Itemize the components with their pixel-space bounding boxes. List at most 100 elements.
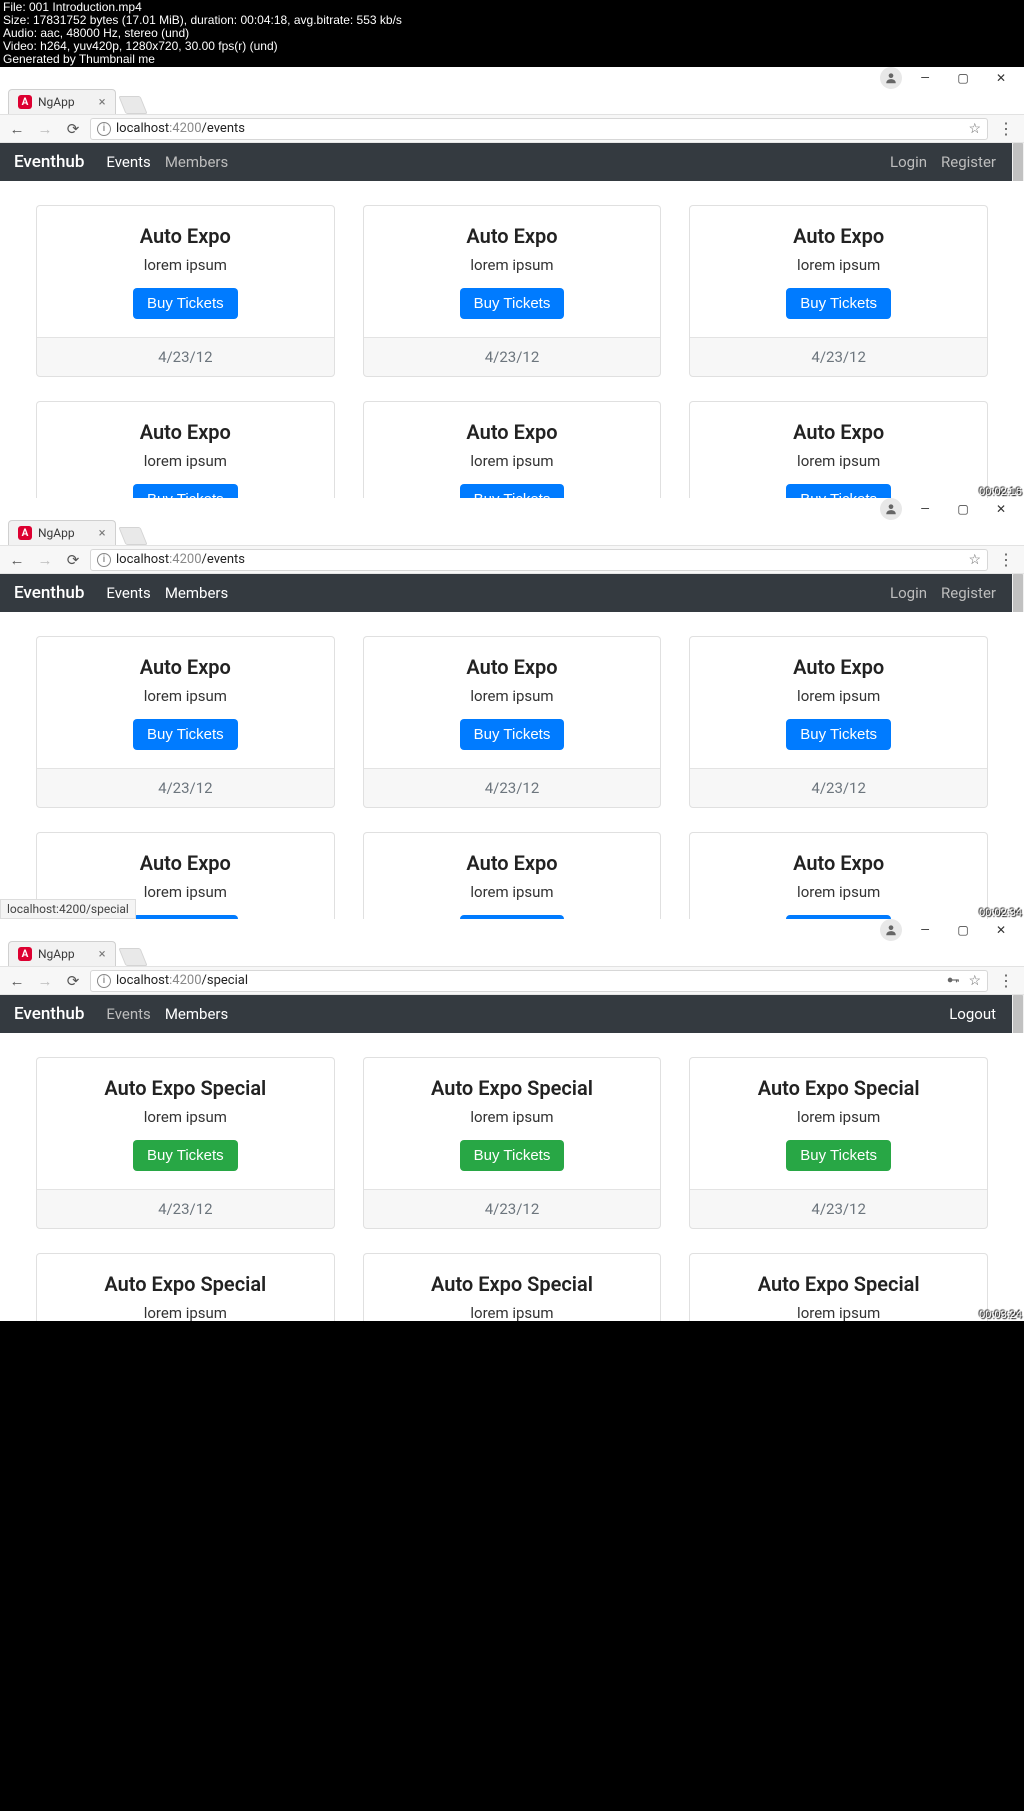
window-titlebar: — ▢ ✕: [0, 67, 1024, 88]
browser-tab-strip: A NgApp ×: [0, 940, 1024, 967]
tab-close-icon[interactable]: ×: [99, 947, 106, 962]
new-tab-button[interactable]: [118, 948, 147, 966]
browser-tab[interactable]: A NgApp ×: [8, 89, 116, 114]
browser-status-bar: localhost:4200/special: [0, 899, 136, 919]
forward-button[interactable]: →: [34, 549, 56, 571]
nav-link-events[interactable]: Events: [106, 153, 150, 171]
brand-logo[interactable]: Eventhub: [14, 1004, 84, 1024]
event-card: Auto Expo Special lorem ipsum Buy Ticket…: [36, 1057, 335, 1229]
back-button[interactable]: ←: [6, 549, 28, 571]
address-bar[interactable]: i localhost:4200/events ☆: [90, 118, 988, 140]
event-card: Auto Expo lorem ipsum Buy Tickets: [363, 401, 662, 498]
buy-tickets-button[interactable]: Buy Tickets: [460, 484, 565, 498]
browser-menu-icon[interactable]: ⋮: [994, 971, 1018, 990]
brand-logo[interactable]: Eventhub: [14, 583, 84, 603]
event-card: Auto Expo Special lorem ipsum Buy Ticket…: [363, 1253, 662, 1321]
event-description: lorem ipsum: [704, 883, 973, 901]
nav-link-login[interactable]: Login: [890, 584, 927, 602]
event-card: Auto Expo lorem ipsum Buy Tickets 4/23/1…: [36, 636, 335, 808]
event-description: lorem ipsum: [704, 256, 973, 274]
nav-link-members[interactable]: Members: [165, 1005, 228, 1023]
nav-link-members[interactable]: Members: [165, 153, 228, 171]
buy-tickets-button[interactable]: Buy Tickets: [786, 288, 891, 319]
address-bar[interactable]: i localhost:4200/events ☆: [90, 549, 988, 571]
minimize-button[interactable]: —: [906, 499, 944, 518]
tab-close-icon[interactable]: ×: [99, 95, 106, 110]
nav-link-events[interactable]: Events: [106, 1005, 150, 1023]
buy-tickets-button[interactable]: Buy Tickets: [786, 1140, 891, 1171]
close-button[interactable]: ✕: [982, 920, 1020, 939]
event-title: Auto Expo: [378, 224, 647, 248]
nav-link-members[interactable]: Members: [165, 584, 228, 602]
minimize-button[interactable]: —: [906, 68, 944, 87]
profile-icon[interactable]: [880, 919, 902, 941]
buy-tickets-button[interactable]: Buy Tickets: [133, 719, 238, 750]
back-button[interactable]: ←: [6, 118, 28, 140]
event-description: lorem ipsum: [378, 256, 647, 274]
browser-menu-icon[interactable]: ⋮: [994, 119, 1018, 138]
url-path: /special: [202, 973, 248, 988]
reload-button[interactable]: ⟳: [62, 549, 84, 571]
nav-link-events[interactable]: Events: [106, 584, 150, 602]
event-card: Auto Expo Special lorem ipsum Buy Ticket…: [689, 1057, 988, 1229]
angular-favicon-icon: A: [18, 947, 32, 961]
maximize-button[interactable]: ▢: [944, 68, 982, 87]
buy-tickets-button[interactable]: Buy Tickets: [133, 1140, 238, 1171]
new-tab-button[interactable]: [118, 96, 147, 114]
nav-link-register[interactable]: Register: [941, 584, 996, 602]
event-date: 4/23/12: [690, 768, 987, 807]
buy-tickets-button[interactable]: Buy Tickets: [460, 1140, 565, 1171]
buy-tickets-button[interactable]: Buy Tickets: [460, 288, 565, 319]
close-button[interactable]: ✕: [982, 68, 1020, 87]
bookmark-star-icon[interactable]: ☆: [968, 973, 981, 989]
tab-close-icon[interactable]: ×: [99, 526, 106, 541]
buy-tickets-button[interactable]: Buy Tickets: [786, 484, 891, 498]
maximize-button[interactable]: ▢: [944, 920, 982, 939]
event-description: lorem ipsum: [51, 1108, 320, 1126]
profile-icon[interactable]: [880, 67, 902, 89]
window-titlebar: — ▢ ✕: [0, 498, 1024, 519]
browser-tab[interactable]: A NgApp ×: [8, 941, 116, 966]
close-button[interactable]: ✕: [982, 499, 1020, 518]
tab-title: NgApp: [38, 95, 75, 109]
event-title: Auto Expo: [704, 851, 973, 875]
nav-link-register[interactable]: Register: [941, 153, 996, 171]
buy-tickets-button[interactable]: Buy Tickets: [133, 484, 238, 498]
forward-button[interactable]: →: [34, 118, 56, 140]
event-title: Auto Expo Special: [378, 1272, 647, 1296]
forward-button[interactable]: →: [34, 970, 56, 992]
event-description: lorem ipsum: [704, 452, 973, 470]
site-info-icon[interactable]: i: [97, 553, 111, 567]
event-date: 4/23/12: [364, 768, 661, 807]
profile-icon[interactable]: [880, 498, 902, 520]
event-title: Auto Expo Special: [704, 1076, 973, 1100]
buy-tickets-button[interactable]: Buy Tickets: [460, 719, 565, 750]
key-icon[interactable]: [946, 973, 960, 987]
site-info-icon[interactable]: i: [97, 122, 111, 136]
thumbnail-frame-1: — ▢ ✕ A NgApp × ← → ⟳ i localhost:4200/e…: [0, 67, 1024, 498]
video-info-overlay: File: 001 Introduction.mp4 Size: 1783175…: [0, 0, 1024, 67]
back-button[interactable]: ←: [6, 970, 28, 992]
event-description: lorem ipsum: [378, 452, 647, 470]
minimize-button[interactable]: —: [906, 920, 944, 939]
app-navbar: Eventhub Events Members Login Register: [0, 574, 1024, 612]
reload-button[interactable]: ⟳: [62, 970, 84, 992]
nav-link-login[interactable]: Login: [890, 153, 927, 171]
bookmark-star-icon[interactable]: ☆: [968, 552, 981, 568]
address-bar[interactable]: i localhost:4200/special ☆: [90, 970, 988, 992]
browser-menu-icon[interactable]: ⋮: [994, 550, 1018, 569]
buy-tickets-button[interactable]: Buy Tickets: [133, 288, 238, 319]
new-tab-button[interactable]: [118, 527, 147, 545]
nav-link-logout[interactable]: Logout: [949, 1005, 996, 1023]
event-title: Auto Expo: [378, 655, 647, 679]
browser-tab[interactable]: A NgApp ×: [8, 520, 116, 545]
reload-button[interactable]: ⟳: [62, 118, 84, 140]
url-port: :4200: [169, 552, 201, 567]
event-title: Auto Expo Special: [51, 1076, 320, 1100]
maximize-button[interactable]: ▢: [944, 499, 982, 518]
events-grid: Auto Expo lorem ipsum Buy Tickets 4/23/1…: [0, 612, 1024, 919]
bookmark-star-icon[interactable]: ☆: [968, 121, 981, 137]
brand-logo[interactable]: Eventhub: [14, 152, 84, 172]
buy-tickets-button[interactable]: Buy Tickets: [786, 719, 891, 750]
site-info-icon[interactable]: i: [97, 974, 111, 988]
